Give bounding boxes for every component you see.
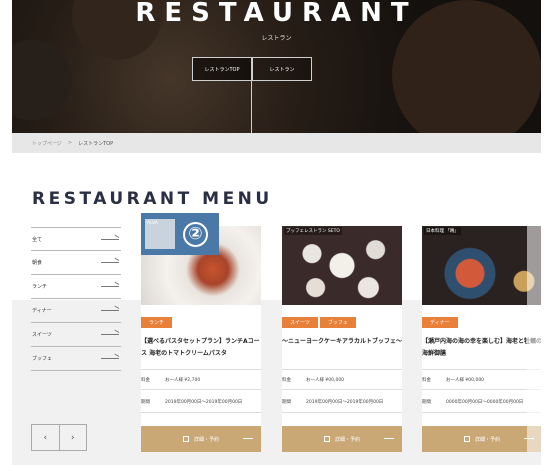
hero-title: RESTAURANT [135, 0, 418, 28]
sidebar-item-buffet[interactable]: ブッフェ [31, 347, 121, 371]
breadcrumb-current: レストランTOP [78, 140, 114, 147]
hero-divider-line [251, 81, 252, 133]
sidebar-item-label: 朝食 [32, 260, 43, 266]
category-sidebar: 全て 朝食 ランチ ディナー スイーツ ブッフェ [31, 227, 121, 371]
menu-card[interactable]: ブッフェレストラン SETO スイーツ ブッフェ ～ニューヨークケーキアラカルト… [282, 226, 402, 452]
arrow-right-icon [243, 438, 253, 439]
price-label: 料金 [422, 378, 431, 383]
carousel-edge-fade [527, 226, 541, 452]
reserve-icon [323, 436, 330, 442]
sidebar-item-breakfast[interactable]: 朝食 [31, 251, 121, 275]
menu-card-image-buffet[interactable] [282, 226, 402, 305]
badge-thumbnail: ALVA [145, 219, 175, 249]
period-row: 期間 0000年00月00日～0000年00月00日 [422, 399, 541, 405]
price-row: 料金 お一人様 ¥2,700 [141, 377, 261, 383]
divider [282, 412, 402, 413]
reserve-icon [182, 436, 189, 442]
category-tags: スイーツ ブッフェ [282, 317, 356, 328]
category-tag: ブッフェ [319, 317, 356, 328]
sidebar-item-label: ブッフェ [32, 356, 53, 362]
arrow-right-icon [101, 286, 119, 287]
price-value: お一人様 ¥00,000 [446, 378, 485, 383]
arrow-right-icon [101, 334, 119, 335]
menu-card[interactable]: ランチ 【選べるパスタセットプラン】ランチAコース 海老のトマトクリームパスタ … [141, 226, 261, 452]
breadcrumb-separator: > [67, 140, 73, 146]
reserve-button[interactable]: 詳細・予約 [422, 426, 541, 452]
arrow-right-icon [101, 310, 119, 311]
arrow-right-icon [384, 438, 394, 439]
divider [141, 369, 261, 370]
hero-nav: レストランTOP レストラン [192, 57, 312, 81]
carousel-next-button[interactable]: › [60, 425, 87, 450]
badge-label: ALVA [147, 221, 158, 226]
sidebar-item-label: ディナー [32, 308, 52, 314]
price-label: 料金 [282, 378, 291, 383]
annotation-badge: ALVA ② [141, 213, 219, 255]
menu-card-title[interactable]: 【選べるパスタセットプラン】ランチAコース 海老のトマトクリームパスタ [141, 336, 261, 360]
category-tags: ディナー [422, 317, 458, 328]
page-frame: RESTAURANT レストラン レストランTOP レストラン トップページ >… [12, 0, 541, 465]
price-row: 料金 お一人様 ¥00,000 [422, 377, 541, 383]
menu-card-title[interactable]: ～ニューヨークケーキアラカルトブッフェ～ [282, 336, 402, 348]
reserve-button[interactable]: 詳細・予約 [282, 426, 402, 452]
price-value: お一人様 ¥2,700 [165, 378, 201, 383]
restaurant-tag: ブッフェレストラン SETO [284, 227, 342, 235]
restaurant-tag: 日本料理 「鴎」 [424, 227, 461, 235]
period-value: 2019年00月00日～2019年00月00日 [165, 400, 243, 405]
period-label: 期間 [141, 400, 150, 405]
sidebar-item-label: ランチ [32, 284, 48, 290]
category-tags: ランチ [141, 317, 173, 328]
period-value: 2019年00月00日～2019年00月00日 [306, 400, 384, 405]
divider [141, 389, 261, 390]
price-label: 料金 [141, 378, 150, 383]
breadcrumb: トップページ > レストランTOP [12, 133, 541, 153]
divider [282, 389, 402, 390]
sidebar-item-label: スイーツ [32, 332, 52, 338]
arrow-right-icon [101, 238, 119, 240]
divider [282, 369, 402, 370]
hero-banner: RESTAURANT レストラン レストランTOP レストラン [12, 0, 541, 133]
reserve-label: 詳細・予約 [193, 436, 219, 443]
period-label: 期間 [282, 400, 291, 405]
sidebar-item-label: 全て [32, 236, 43, 243]
menu-card-title[interactable]: 【瀬戸内海の海の幸を楽しむ】海老と牡蠣の 海鮮御膳 [422, 336, 541, 360]
hero-button-restaurant[interactable]: レストラン [252, 57, 312, 81]
menu-card-image-seafood[interactable] [422, 226, 541, 305]
reserve-label: 詳細・予約 [474, 436, 500, 443]
carousel-prev-button[interactable]: ‹ [32, 425, 60, 450]
hero-button-restaurant-top[interactable]: レストランTOP [192, 57, 252, 81]
carousel-pager: ‹ › [31, 424, 87, 451]
sidebar-item-all[interactable]: 全て [31, 227, 121, 251]
reserve-button[interactable]: 詳細・予約 [141, 426, 261, 452]
divider [422, 389, 541, 390]
hero-subtitle: レストラン [261, 35, 292, 42]
sidebar-item-dinner[interactable]: ディナー [31, 299, 121, 323]
period-label: 期間 [422, 400, 431, 405]
arrow-right-icon [101, 358, 119, 359]
breadcrumb-home[interactable]: トップページ [32, 140, 62, 147]
divider [422, 369, 541, 370]
menu-card[interactable]: 日本料理 「鴎」 ディナー 【瀬戸内海の海の幸を楽しむ】海老と牡蠣の 海鮮御膳 … [422, 226, 541, 452]
sidebar-item-lunch[interactable]: ランチ [31, 275, 121, 299]
category-tag: ランチ [141, 317, 173, 328]
sidebar-item-sweets[interactable]: スイーツ [31, 323, 121, 347]
menu-title: RESTAURANT MENU [32, 189, 273, 209]
period-row: 期間 2019年00月00日～2019年00月00日 [282, 399, 402, 405]
price-row: 料金 お一人様 ¥00,000 [282, 377, 402, 383]
divider [422, 412, 541, 413]
category-tag: スイーツ [282, 317, 318, 328]
period-row: 期間 2019年00月00日～2019年00月00日 [141, 399, 261, 405]
period-value: 0000年00月00日～0000年00月00日 [446, 400, 524, 405]
reserve-icon [463, 436, 470, 442]
badge-number: ② [183, 221, 208, 247]
category-tag: ディナー [422, 317, 458, 328]
arrow-right-icon [101, 262, 119, 263]
price-value: お一人様 ¥00,000 [306, 378, 345, 383]
reserve-label: 詳細・予約 [334, 436, 360, 443]
divider [141, 412, 261, 413]
